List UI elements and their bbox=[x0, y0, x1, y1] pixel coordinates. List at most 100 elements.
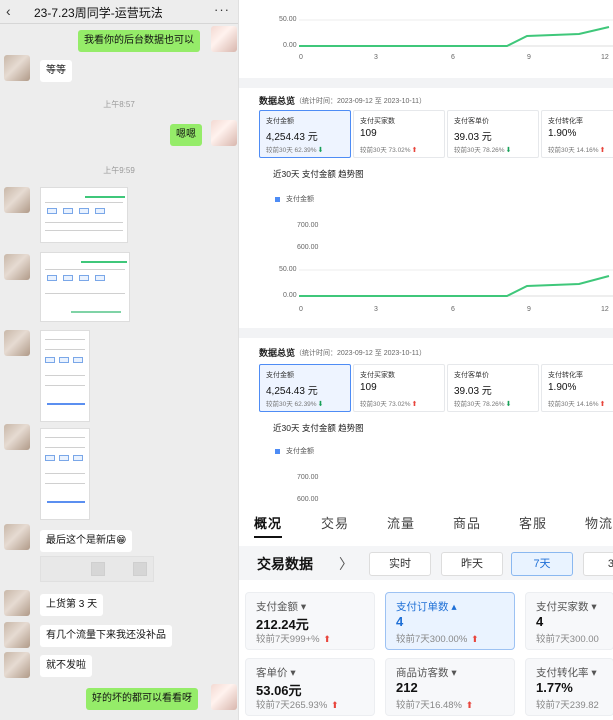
avatar[interactable] bbox=[4, 187, 30, 213]
more-icon[interactable]: ··· bbox=[214, 2, 230, 17]
legend-swatch-icon bbox=[275, 196, 280, 202]
avatar[interactable] bbox=[211, 120, 237, 146]
message-bubble[interactable]: 最后这个是新店😁 bbox=[40, 530, 133, 552]
y-tick: 600.00 bbox=[297, 496, 319, 503]
metric-compare: 较前30天 73.02%⬆ bbox=[360, 147, 418, 154]
avatar[interactable] bbox=[4, 55, 30, 81]
metric-card[interactable]: 支付金额 4,254.43 元 较前30天 62.39%⬇ bbox=[259, 364, 351, 412]
metric-value: 109 bbox=[360, 382, 377, 393]
up-arrow-icon: ⬆ bbox=[465, 700, 474, 710]
metric-value: 1.77% bbox=[536, 680, 573, 695]
metric-value: 1.90% bbox=[548, 128, 577, 139]
trend-title: 近30天 支付金额 趋势图 bbox=[273, 169, 364, 179]
trend-line-svg bbox=[299, 19, 613, 47]
panel-title: 数据总览 bbox=[259, 348, 296, 358]
range-7d-button[interactable]: 7天 bbox=[511, 552, 573, 576]
message-bubble[interactable]: 有几个流量下来我还没补品 bbox=[40, 625, 172, 647]
x-tick: 0 bbox=[299, 54, 303, 61]
up-arrow-icon: ⬆ bbox=[599, 147, 606, 154]
section-title[interactable]: 交易数据 bbox=[257, 554, 313, 574]
up-arrow-icon: ⬆ bbox=[411, 401, 418, 408]
metric-label: 支付转化率 bbox=[548, 118, 583, 125]
avatar[interactable] bbox=[211, 684, 237, 710]
range-yesterday-button[interactable]: 昨天 bbox=[441, 552, 503, 576]
message-bubble[interactable]: 嗯嗯 bbox=[170, 124, 202, 146]
avatar[interactable] bbox=[4, 590, 30, 616]
app-tab-bar: 概况 交易 流量 商品 客服 物流 bbox=[239, 506, 613, 538]
metric-card[interactable]: 支付金额 4,254.43 元 较前30天 62.39%⬇ bbox=[259, 110, 351, 158]
metric-compare: 较前30天 73.02%⬆ bbox=[360, 401, 418, 408]
tab-logistics[interactable]: 物流 bbox=[585, 513, 613, 532]
up-arrow-icon: ⬆ bbox=[470, 634, 479, 644]
tab-traffic[interactable]: 流量 bbox=[387, 513, 415, 532]
range-30d-button[interactable]: 30 bbox=[583, 552, 613, 576]
image-message[interactable] bbox=[40, 330, 90, 422]
x-tick: 12 bbox=[601, 306, 609, 313]
app-metric-card[interactable]: 支付转化率 ▾ 1.77% 较前7天239.82 bbox=[525, 658, 613, 716]
panel-period: （统计时间：2023-09-12 至 2023-10-11） bbox=[295, 98, 426, 105]
metric-card[interactable]: 支付买家数 109 较前30天 73.02%⬆ bbox=[353, 110, 445, 158]
metric-card[interactable]: 支付买家数 109 较前30天 73.02%⬆ bbox=[353, 364, 445, 412]
message-bubble[interactable]: 我看你的后台数据也可以 bbox=[78, 30, 200, 52]
y-tick: 700.00 bbox=[297, 222, 319, 229]
chat-header: ‹ 23-7.23周同学-运营玩法 ··· bbox=[0, 0, 238, 24]
back-icon[interactable]: ‹ bbox=[6, 3, 11, 19]
tab-products[interactable]: 商品 bbox=[453, 513, 481, 532]
range-realtime-button[interactable]: 实时 bbox=[369, 552, 431, 576]
app-metric-card[interactable]: 商品访客数 ▾ 212 较前7天16.48% ⬆ bbox=[385, 658, 515, 716]
chart-legend: 支付金额 bbox=[275, 446, 314, 456]
message-bubble[interactable]: 等等 bbox=[40, 60, 72, 82]
avatar[interactable] bbox=[4, 330, 30, 356]
image-message[interactable] bbox=[40, 428, 90, 520]
metric-card[interactable]: 支付客单价 39.03 元 较前30天 78.26%⬇ bbox=[447, 110, 539, 158]
trend-line-svg bbox=[299, 269, 613, 297]
metric-compare: 较前30天 62.39%⬇ bbox=[266, 401, 324, 408]
image-message[interactable] bbox=[40, 187, 128, 243]
x-tick: 6 bbox=[451, 54, 455, 61]
tab-trade[interactable]: 交易 bbox=[321, 513, 349, 532]
trade-data-header: 交易数据 〉 实时 昨天 7天 30 bbox=[239, 546, 613, 580]
tab-overview[interactable]: 概况 bbox=[254, 513, 282, 532]
avatar[interactable] bbox=[4, 424, 30, 450]
metric-label: 支付转化率 ▾ bbox=[536, 667, 597, 679]
avatar[interactable] bbox=[4, 622, 30, 648]
metric-label: 支付金额 bbox=[266, 372, 294, 379]
chat-title: 23-7.23周同学-运营玩法 bbox=[34, 6, 163, 20]
metric-label: 支付订单数 ▴ bbox=[396, 601, 457, 613]
chevron-right-icon[interactable]: 〉 bbox=[339, 554, 353, 574]
avatar[interactable] bbox=[4, 254, 30, 280]
metric-value: 109 bbox=[360, 128, 377, 139]
panel-title: 数据总览 bbox=[259, 96, 296, 106]
app-metric-card[interactable]: 支付金额 ▾ 212.24元 较前7天999+% ⬆ bbox=[245, 592, 375, 650]
down-arrow-icon: ⬇ bbox=[317, 147, 324, 154]
message-bubble[interactable]: 好的坏的都可以看看呀 bbox=[86, 688, 198, 710]
overview-panel: 数据总览 （统计时间：2023-09-12 至 2023-10-11） 支付金额… bbox=[239, 88, 613, 254]
overview-panel: 数据总览 （统计时间：2023-09-12 至 2023-10-11） 支付金额… bbox=[239, 338, 613, 506]
metric-label: 商品访客数 ▾ bbox=[396, 667, 457, 679]
metric-label: 支付金额 bbox=[266, 118, 294, 125]
chat-window: ‹ 23-7.23周同学-运营玩法 ··· 我看你的后台数据也可以 等等 上午8… bbox=[0, 0, 238, 720]
metric-compare: 较前30天 78.26%⬇ bbox=[454, 401, 512, 408]
metric-compare: 较前30天 14.16%⬆ bbox=[548, 401, 606, 408]
metric-card[interactable]: 支付客单价 39.03 元 较前30天 78.26%⬇ bbox=[447, 364, 539, 412]
metric-value: 39.03 元 bbox=[454, 132, 492, 143]
avatar[interactable] bbox=[4, 652, 30, 678]
metric-card[interactable]: 支付转化率 1.90% 较前30天 14.16%⬆ bbox=[541, 110, 613, 158]
app-metric-card[interactable]: 支付订单数 ▴ 4 较前7天300.00% ⬆ bbox=[385, 592, 515, 650]
tab-service[interactable]: 客服 bbox=[519, 513, 547, 532]
metric-label: 支付金额 ▾ bbox=[256, 601, 307, 613]
metric-label: 支付客单价 bbox=[454, 118, 489, 125]
metric-label: 支付买家数 bbox=[360, 118, 395, 125]
app-metric-card[interactable]: 支付买家数 ▾ 4 较前7天300.00 bbox=[525, 592, 613, 650]
avatar[interactable] bbox=[211, 26, 237, 52]
metric-value: 4,254.43 元 bbox=[266, 132, 318, 143]
message-bubble[interactable]: 上货第 3 天 bbox=[40, 594, 104, 616]
image-message[interactable] bbox=[40, 252, 130, 322]
metric-compare: 较前7天265.93% ⬆ bbox=[256, 700, 339, 711]
avatar[interactable] bbox=[4, 524, 30, 550]
message-bubble[interactable]: 就不发啦 bbox=[40, 655, 92, 677]
app-metric-card[interactable]: 客单价 ▾ 53.06元 较前7天265.93% ⬆ bbox=[245, 658, 375, 716]
metric-card[interactable]: 支付转化率 1.90% 较前30天 14.16%⬆ bbox=[541, 364, 613, 412]
panel-period: （统计时间：2023-09-12 至 2023-10-11） bbox=[295, 350, 426, 357]
image-message[interactable] bbox=[40, 556, 154, 582]
